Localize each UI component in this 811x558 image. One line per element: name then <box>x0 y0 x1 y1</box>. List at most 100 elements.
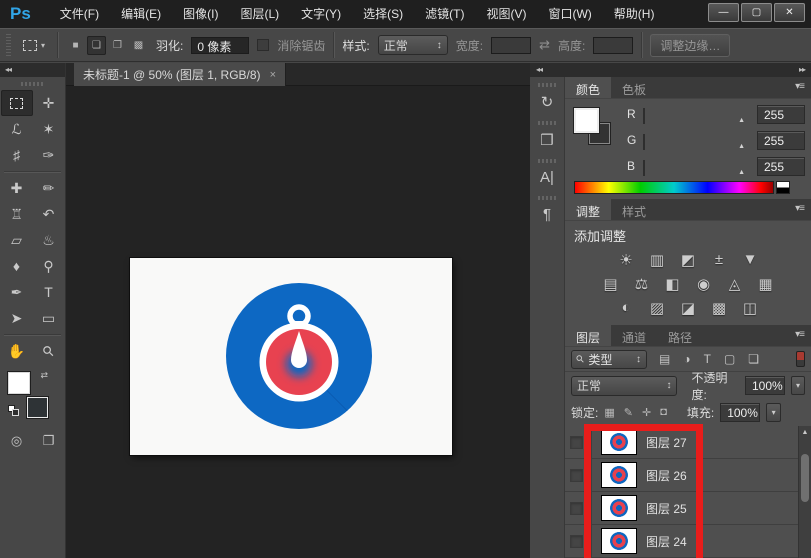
swap-colors-icon[interactable]: ⇄ <box>40 370 48 381</box>
style-select[interactable]: 正常 ↕ <box>378 35 448 55</box>
pen-tool[interactable]: ✒ <box>1 279 33 305</box>
layer-filter-toggle[interactable] <box>796 351 805 367</box>
channel-slider[interactable]: ▲ <box>643 161 741 171</box>
menu-item[interactable]: 帮助(H) <box>603 0 666 28</box>
panel-menu-icon[interactable]: ▾≡ <box>788 199 811 220</box>
panel-menu-icon[interactable]: ▾≡ <box>788 77 811 98</box>
eraser-tool[interactable]: ▱ <box>1 227 33 253</box>
clone-stamp-tool[interactable]: ♖ <box>1 201 33 227</box>
default-colors-icon[interactable] <box>8 405 19 416</box>
layer-list-scrollbar[interactable]: ▲ <box>798 426 811 558</box>
layer-filter-type-select[interactable]: ⚲ 类型 ↕ <box>571 350 647 369</box>
paint-bucket-tool[interactable]: ♨ <box>33 227 65 253</box>
menu-item[interactable]: 文件(F) <box>49 0 110 28</box>
blur-tool[interactable]: ♦ <box>1 253 33 279</box>
opacity-input[interactable]: 100% <box>745 376 785 395</box>
menu-item[interactable]: 图层(L) <box>229 0 290 28</box>
tab-adjustments[interactable]: 调整 <box>565 199 611 220</box>
channel-value-input[interactable]: 255 <box>757 157 805 176</box>
close-button[interactable]: ✕ <box>774 3 805 22</box>
fill-input[interactable]: 100% <box>720 403 760 422</box>
path-selection-tool[interactable]: ➤ <box>1 305 33 331</box>
channel-value-input[interactable]: 255 <box>757 105 805 124</box>
toolbar-collapse-button[interactable]: ◂◂ <box>0 63 65 77</box>
menu-item[interactable]: 选择(S) <box>352 0 414 28</box>
move-tool[interactable]: ✛ <box>33 90 65 116</box>
feather-input[interactable]: 0 像素 <box>191 37 249 54</box>
menu-item[interactable]: 编辑(E) <box>110 0 172 28</box>
scroll-up-icon[interactable]: ▲ <box>799 426 811 436</box>
lock-pixels-icon[interactable]: ✎ <box>624 406 633 419</box>
swap-dimensions-icon[interactable]: ⇄ <box>539 37 550 53</box>
menu-item[interactable]: 窗口(W) <box>537 0 602 28</box>
collapse-left-icon[interactable]: ◂◂ <box>536 63 542 77</box>
tab-styles[interactable]: 样式 <box>611 199 657 220</box>
filter-adjustment-layers-icon[interactable]: ◑ <box>683 352 690 366</box>
gradient-map-icon[interactable]: ▩ <box>708 299 730 317</box>
invert-icon[interactable]: ◐ <box>615 299 637 317</box>
foreground-color-swatch[interactable] <box>574 108 599 133</box>
opacity-dropdown-arrow[interactable]: ▾ <box>791 376 805 395</box>
threshold-icon[interactable]: ◪ <box>677 299 699 317</box>
subtract-from-selection-icon[interactable]: ❐ <box>108 36 127 55</box>
layer-visibility-toggle[interactable] <box>570 436 583 449</box>
tab-swatches[interactable]: 色板 <box>611 77 657 98</box>
rectangular-marquee-tool[interactable] <box>1 90 33 116</box>
3d-panel-icon[interactable]: ❒ <box>530 121 564 149</box>
photo-filter-icon[interactable]: ◉ <box>693 275 715 293</box>
width-input[interactable] <box>491 37 531 54</box>
brightness-contrast-icon[interactable]: ☀ <box>615 251 637 269</box>
curves-icon[interactable]: ◩ <box>677 251 699 269</box>
menu-item[interactable]: 文字(Y) <box>290 0 352 28</box>
hue-saturation-icon[interactable]: ▤ <box>600 275 622 293</box>
black-white-icon[interactable]: ◧ <box>662 275 684 293</box>
filter-shape-layers-icon[interactable]: ▢ <box>724 352 735 366</box>
tab-close-icon[interactable]: × <box>270 69 276 81</box>
intersect-selection-icon[interactable]: ▩ <box>129 36 148 55</box>
brush-tool[interactable]: ✏ <box>33 175 65 201</box>
maximize-button[interactable]: ▢ <box>741 3 772 22</box>
layer-visibility-toggle[interactable] <box>570 502 583 515</box>
paragraph-panel-icon[interactable]: ¶ <box>530 196 564 223</box>
color-balance-icon[interactable]: ⚖ <box>631 275 653 293</box>
add-to-selection-icon[interactable]: ❏ <box>87 36 106 55</box>
filter-smart-objects-icon[interactable]: ❏ <box>748 352 759 366</box>
channel-slider[interactable]: ▲ <box>643 109 741 119</box>
document-tab[interactable]: 未标题-1 @ 50% (图层 1, RGB/8) × <box>74 63 286 86</box>
channel-slider[interactable]: ▲ <box>643 135 741 145</box>
color-spectrum-bar[interactable] <box>574 181 774 194</box>
history-panel-icon[interactable]: ↻ <box>530 83 564 111</box>
magic-wand-tool[interactable]: ✶ <box>33 116 65 142</box>
tab-color[interactable]: 颜色 <box>565 77 611 98</box>
posterize-icon[interactable]: ▨ <box>646 299 668 317</box>
panel-menu-icon[interactable]: ▾≡ <box>788 325 811 346</box>
background-color-swatch[interactable] <box>27 397 48 418</box>
slider-marker-icon[interactable]: ▲ <box>738 169 745 176</box>
spectrum-bw-swatch[interactable] <box>776 181 790 194</box>
scrollbar-thumb[interactable] <box>801 454 809 502</box>
tab-layers[interactable]: 图层 <box>565 325 611 346</box>
lock-position-icon[interactable]: ✛ <box>642 406 651 419</box>
refine-edge-button[interactable]: 调整边缘… <box>650 34 730 57</box>
type-tool[interactable]: T <box>33 279 65 305</box>
filter-type-layers-icon[interactable]: T <box>704 352 711 366</box>
menu-item[interactable]: 视图(V) <box>475 0 537 28</box>
exposure-icon[interactable]: ± <box>708 251 730 269</box>
lock-transparency-icon[interactable]: ▦ <box>604 406 614 419</box>
layer-visibility-toggle[interactable] <box>570 535 583 548</box>
quick-mask-button[interactable]: ◎ <box>1 430 33 452</box>
history-brush-tool[interactable]: ↶ <box>33 201 65 227</box>
dodge-tool[interactable]: ⚲ <box>33 253 65 279</box>
crop-tool[interactable]: ♯ <box>1 142 33 168</box>
fill-dropdown-arrow[interactable]: ▾ <box>766 403 781 422</box>
layer-visibility-toggle[interactable] <box>570 469 583 482</box>
color-lookup-icon[interactable]: ▦ <box>755 275 777 293</box>
filter-pixel-layers-icon[interactable]: ▤ <box>659 352 670 366</box>
spot-healing-brush-tool[interactable]: ✚ <box>1 175 33 201</box>
zoom-tool[interactable]: ⚲ <box>33 338 65 364</box>
toolbar-grip[interactable] <box>21 82 45 86</box>
slider-marker-icon[interactable]: ▲ <box>738 117 745 124</box>
menu-item[interactable]: 滤镜(T) <box>414 0 475 28</box>
new-selection-icon[interactable]: ■ <box>66 36 85 55</box>
foreground-color-swatch[interactable] <box>8 372 30 394</box>
